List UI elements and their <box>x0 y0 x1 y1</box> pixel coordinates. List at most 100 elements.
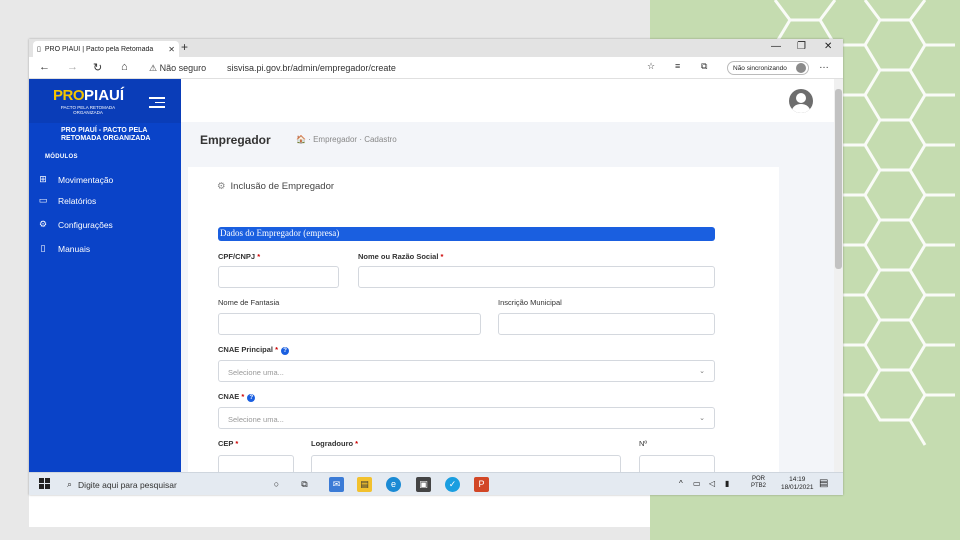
cpf-cnpj-label: CPF/CNPJ * <box>218 252 260 261</box>
org-title-line2: RETOMADA ORGANIZADA <box>61 135 151 142</box>
sidebar-item-relatorios[interactable]: ▭ Relatórios <box>35 195 97 206</box>
browser-tab[interactable]: ▯ PRO PIAUÍ | Pacto pela Retomada ✕ <box>33 41 179 57</box>
logradouro-label: Logradouro * <box>311 439 358 448</box>
settings-icon: ⚙ <box>38 219 48 229</box>
browser-window: ▯ PRO PIAUÍ | Pacto pela Retomada ✕ + — … <box>29 39 843 495</box>
app-icon[interactable]: ✓ <box>445 477 460 492</box>
book-icon: ▯ <box>40 243 46 253</box>
sidebar-item-label: Relatórios <box>58 195 97 206</box>
chart-icon: ⊞ <box>39 174 47 184</box>
form-card: ⚙ Inclusão de Empregador Dados do Emprega… <box>188 167 779 477</box>
window-close-icon[interactable]: ✕ <box>824 41 832 52</box>
razao-social-label-text: Nome ou Razão Social <box>358 252 439 261</box>
tab-bar: ▯ PRO PIAUÍ | Pacto pela Retomada ✕ + — … <box>29 39 843 57</box>
windows-start-icon[interactable] <box>39 478 51 490</box>
home-icon[interactable]: ⌂ <box>121 61 128 73</box>
tab-close-icon[interactable]: ✕ <box>168 45 175 54</box>
network-icon[interactable]: ▭ <box>693 479 701 488</box>
sidebar-item-configuracoes[interactable]: ⚙ Configurações <box>35 219 113 230</box>
favorites-bar-icon[interactable]: ≡ <box>675 61 680 71</box>
sidebar-item-manuais[interactable]: ▯ Manuais <box>35 243 91 254</box>
speaker-icon[interactable]: ◁ <box>709 479 715 488</box>
cnae-select[interactable]: Selecione uma... ⌄ <box>218 407 715 429</box>
taskbar-clock[interactable]: 14:19 18/01/2021 <box>781 476 814 492</box>
razao-social-input[interactable] <box>358 266 715 288</box>
menu-toggle-icon[interactable] <box>149 97 165 111</box>
battery-icon[interactable]: ▮ <box>725 479 729 488</box>
inscricao-municipal-input[interactable] <box>498 313 715 335</box>
required-mark: * <box>440 252 444 261</box>
cnae-label: CNAE *? <box>218 392 256 402</box>
minimize-icon[interactable]: — <box>771 41 781 52</box>
cpf-cnpj-input[interactable] <box>218 266 339 288</box>
logo-tagline: PACTO PELA RETOMADA ORGANIZADA <box>60 105 116 115</box>
main-content: Empregador 🏠 · Empregador · Cadastro ⚙ In… <box>181 122 834 477</box>
sidebar-item-movimentacao[interactable]: ⊞ Movimentação <box>35 174 113 185</box>
cnae-label-text: CNAE <box>218 392 240 401</box>
language-indicator[interactable]: POR PTB2 <box>751 476 766 490</box>
favorite-star-icon[interactable]: ☆ <box>647 61 655 72</box>
taskbar-search[interactable]: ⌕ Digite aqui para pesquisar <box>61 475 266 494</box>
address-bar: ← → ↻ ⌂ ⚠ Não seguro sisvisa.pi.gov.br/a… <box>29 57 843 79</box>
back-icon[interactable]: ← <box>39 61 50 73</box>
language-code: POR <box>752 476 766 482</box>
cortana-icon[interactable]: ○ <box>269 477 284 492</box>
modules-section-label: MÓDULOS <box>45 154 78 160</box>
mail-icon[interactable]: ✉ <box>329 477 344 492</box>
new-tab-button[interactable]: + <box>181 40 188 54</box>
edge-icon[interactable]: e <box>386 477 401 492</box>
org-title-line1: PRO PIAUÍ - PACTO PELA <box>61 127 148 134</box>
card-title-text: Inclusão de Empregador <box>230 181 335 192</box>
maximize-icon[interactable]: ❐ <box>797 41 806 52</box>
help-icon[interactable]: ? <box>281 347 290 355</box>
slide-caption-area <box>29 495 719 527</box>
url-field[interactable]: sisvisa.pi.gov.br/admin/empregador/creat… <box>227 63 396 73</box>
logo-piaui-text: PIAUÍ <box>84 87 125 104</box>
file-explorer-icon[interactable]: ▤ <box>357 477 372 492</box>
gear-icon: ⚙ <box>217 181 226 192</box>
breadcrumb[interactable]: 🏠 · Empregador · Cadastro <box>296 135 397 144</box>
taskbar-search-placeholder: Digite aqui para pesquisar <box>78 479 177 490</box>
pro-piaui-logo[interactable]: PROPIAUÍ PACTO PELA RETOMADA ORGANIZADA <box>53 87 124 115</box>
clock-time: 14:19 <box>789 476 806 483</box>
task-view-icon[interactable]: ⧉ <box>297 477 312 492</box>
sidebar-item-label: Manuais <box>58 243 91 254</box>
logo-pro-text: PRO <box>53 87 85 104</box>
app-header <box>181 79 834 122</box>
sync-label: Não sincronizando <box>733 65 787 72</box>
help-icon[interactable]: ? <box>247 394 256 402</box>
notification-icon[interactable]: ▤ <box>819 478 828 489</box>
search-icon: ⌕ <box>67 479 73 489</box>
scrollbar-thumb[interactable] <box>835 89 842 269</box>
store-icon[interactable]: ▣ <box>416 477 431 492</box>
nome-fantasia-input[interactable] <box>218 313 481 335</box>
nome-fantasia-label: Nome de Fantasia <box>218 298 280 307</box>
cnae-principal-label-text: CNAE Principal <box>218 345 274 354</box>
sidebar: PROPIAUÍ PACTO PELA RETOMADA ORGANIZADA … <box>29 79 181 472</box>
clock-date: 18/01/2021 <box>781 484 814 491</box>
required-mark: * <box>241 392 245 401</box>
tray-chevron-icon[interactable]: ^ <box>679 479 683 488</box>
page-title: Empregador <box>200 133 271 147</box>
cep-label-text: CEP <box>218 439 234 448</box>
forward-icon[interactable]: → <box>67 61 78 73</box>
user-avatar[interactable] <box>789 89 813 113</box>
sidebar-item-label: Movimentação <box>58 174 114 185</box>
security-warning[interactable]: ⚠ Não seguro <box>149 63 206 74</box>
cnae-principal-select[interactable]: Selecione uma... ⌄ <box>218 360 715 382</box>
org-title: PRO PIAUÍ - PACTO PELA RETOMADA ORGANIZA… <box>61 127 150 143</box>
sidebar-item-label: Configurações <box>58 219 113 230</box>
collections-icon[interactable]: ⧉ <box>701 61 707 72</box>
windows-taskbar: ⌕ Digite aqui para pesquisar ○ ⧉ ✉ ▤ e ▣… <box>29 472 843 495</box>
more-menu-icon[interactable]: … <box>819 60 829 71</box>
refresh-icon[interactable]: ↻ <box>93 61 102 74</box>
card-title: ⚙ Inclusão de Empregador <box>217 181 334 192</box>
section-header: Dados do Empregador (empresa) <box>218 227 715 241</box>
powerpoint-icon[interactable]: P <box>474 477 489 492</box>
required-mark: * <box>235 439 239 448</box>
cnae-principal-placeholder: Selecione uma... <box>228 368 284 377</box>
profile-sync-button[interactable]: Não sincronizando <box>727 61 809 75</box>
logo-area: PROPIAUÍ PACTO PELA RETOMADA ORGANIZADA <box>29 79 181 123</box>
cpf-cnpj-label-text: CPF/CNPJ <box>218 252 256 261</box>
inscricao-municipal-label: Inscrição Municipal <box>498 298 562 307</box>
